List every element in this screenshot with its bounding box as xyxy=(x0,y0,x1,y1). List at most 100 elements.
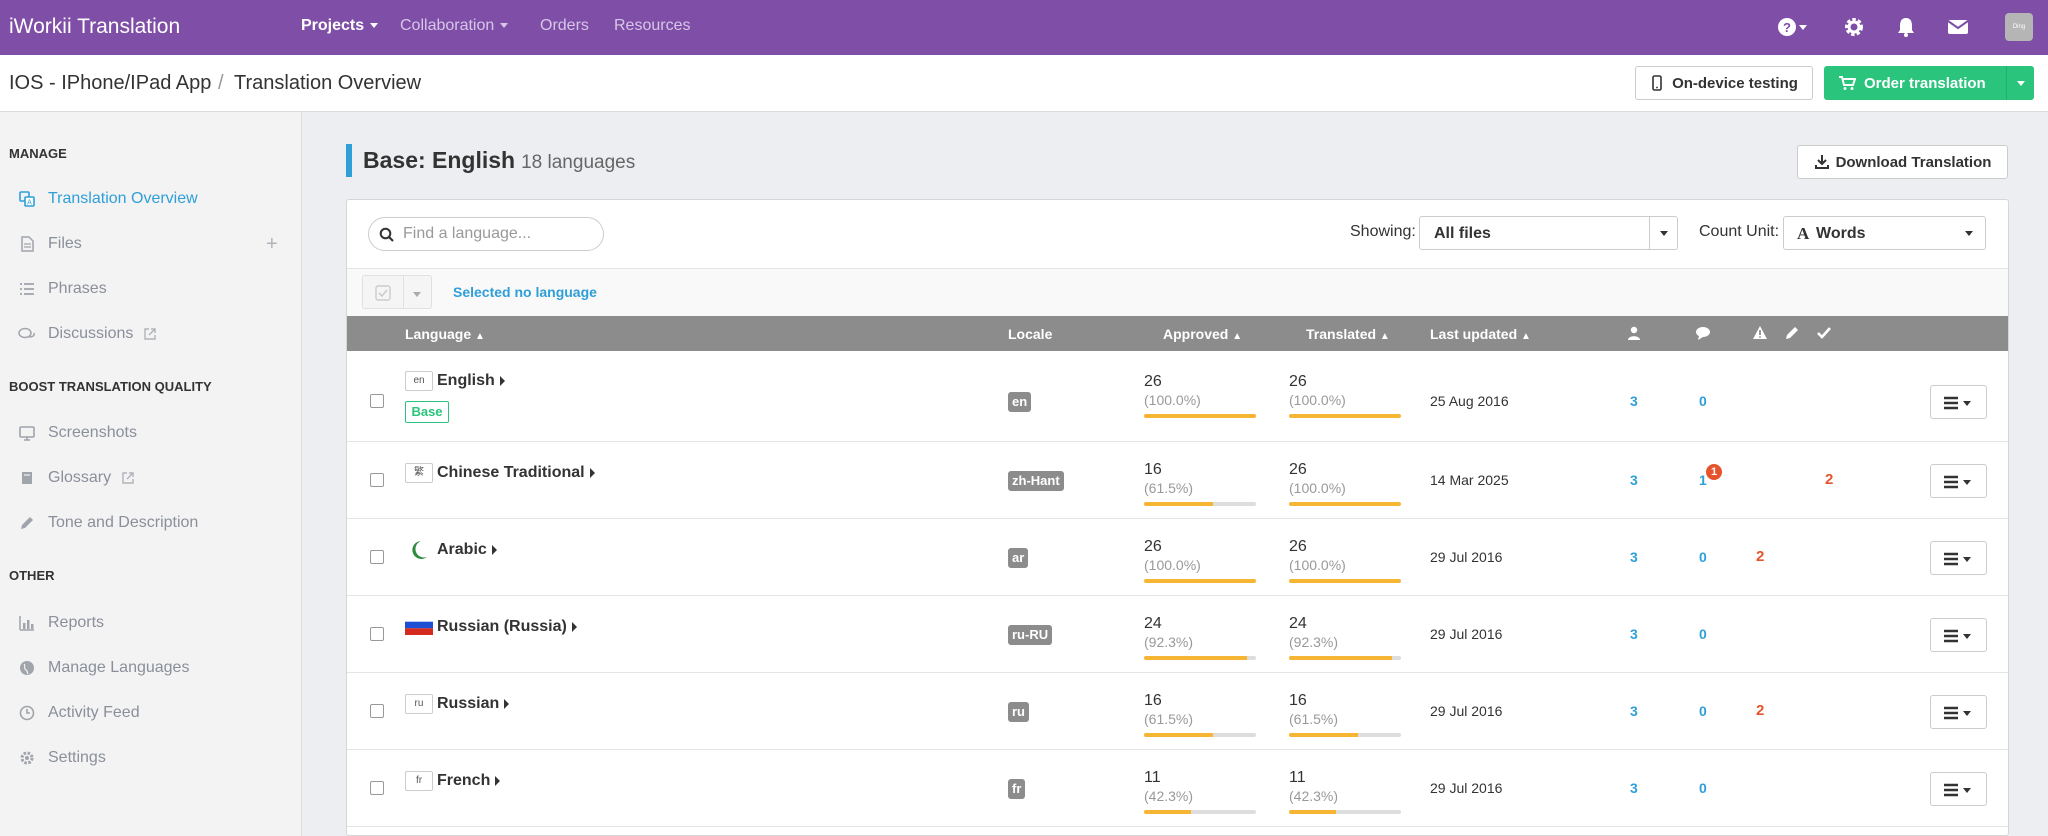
translated-percent: (42.3%) xyxy=(1289,788,1339,804)
row-checkbox[interactable] xyxy=(370,627,384,641)
row-actions-button[interactable] xyxy=(1930,385,1987,419)
help-icon[interactable]: ? xyxy=(1774,14,1810,40)
user-count[interactable]: 3 xyxy=(1630,393,1638,409)
row-checkbox[interactable] xyxy=(370,394,384,408)
row-actions-button[interactable] xyxy=(1930,618,1987,652)
translated-count: 26 xyxy=(1289,538,1307,555)
bell-icon[interactable] xyxy=(1893,14,1919,40)
approved-percent: (100.0%) xyxy=(1144,392,1201,408)
comment-count[interactable]: 0 xyxy=(1699,393,1707,409)
breadcrumb-project[interactable]: IOS - IPhone/IPad App xyxy=(9,72,211,95)
translated-progress xyxy=(1289,733,1401,737)
brand-name[interactable]: iWorkii Translation xyxy=(9,15,180,39)
last-updated: 29 Jul 2016 xyxy=(1430,626,1503,642)
language-search[interactable] xyxy=(368,217,604,251)
unread-badge: 1 xyxy=(1706,464,1722,480)
sidebar-item-tone-description[interactable]: Tone and Description xyxy=(0,508,300,538)
chevron-down-icon[interactable] xyxy=(413,286,421,304)
sort-approved[interactable]: Approved ▲︎ xyxy=(1163,326,1242,342)
comment-count[interactable]: 0 xyxy=(1699,626,1707,642)
user-count[interactable]: 3 xyxy=(1630,780,1638,796)
last-updated: 29 Jul 2016 xyxy=(1430,549,1503,565)
menu-icon xyxy=(1944,783,1971,797)
sort-last-updated[interactable]: Last updated ▲︎ xyxy=(1430,326,1531,342)
flag-icon xyxy=(405,538,433,567)
approved-progress xyxy=(1144,579,1256,583)
approved-percent: (92.3%) xyxy=(1144,634,1194,650)
order-translation-button[interactable]: Order translation xyxy=(1824,66,2034,100)
row-checkbox[interactable] xyxy=(370,473,384,487)
language-name[interactable]: French xyxy=(437,772,501,790)
language-name[interactable]: Arabic xyxy=(437,541,497,559)
gear-icon[interactable] xyxy=(1841,14,1867,40)
warning-count[interactable]: 2 xyxy=(1756,548,1764,565)
order-dropdown-toggle[interactable] xyxy=(2006,66,2034,100)
nav-projects[interactable]: Projects xyxy=(301,17,379,35)
table-row: en English Base en 26 (100.0%) 26 (100.0%) 25 Au… xyxy=(347,351,2008,442)
comment-count[interactable]: 0 xyxy=(1699,703,1707,719)
user-count[interactable]: 3 xyxy=(1630,626,1638,642)
row-actions-button[interactable] xyxy=(1930,541,1987,575)
sidebar-item-settings[interactable]: Settings xyxy=(0,743,300,773)
edit-count[interactable]: 2 xyxy=(1825,471,1833,488)
approved-progress xyxy=(1144,733,1256,737)
language-name[interactable]: Russian (Russia) xyxy=(437,618,577,636)
download-translation-button[interactable]: Download Translation xyxy=(1797,145,2008,179)
nav-collaboration[interactable]: Collaboration xyxy=(400,17,509,35)
language-name[interactable]: English xyxy=(437,372,505,390)
comment-count[interactable]: 0 xyxy=(1699,549,1707,565)
translated-count: 11 xyxy=(1289,769,1306,786)
comment-count[interactable]: 0 xyxy=(1699,780,1707,796)
showing-label: Showing: xyxy=(1350,223,1416,240)
on-device-testing-button[interactable]: On-device testing xyxy=(1635,66,1813,100)
add-file-icon[interactable]: + xyxy=(266,234,278,254)
sidebar-item-activity-feed[interactable]: Activity Feed xyxy=(0,698,300,728)
sidebar-item-reports[interactable]: Reports xyxy=(0,608,300,638)
menu-icon xyxy=(1944,552,1971,566)
user-count[interactable]: 3 xyxy=(1630,549,1638,565)
cart-icon xyxy=(1839,76,1856,90)
chart-icon xyxy=(19,616,34,631)
bulk-select-button[interactable] xyxy=(362,275,432,309)
language-name[interactable]: Chinese Traditional xyxy=(437,464,595,482)
search-input[interactable] xyxy=(403,225,593,243)
sidebar-item-translation-overview[interactable]: A Translation Overview xyxy=(0,184,300,214)
nav-orders[interactable]: Orders xyxy=(540,17,589,35)
count-unit-select[interactable]: A Words xyxy=(1783,216,1986,250)
row-actions-button[interactable] xyxy=(1930,464,1987,498)
sort-translated[interactable]: Translated ▲︎ xyxy=(1306,326,1390,342)
sidebar-item-screenshots[interactable]: Screenshots xyxy=(0,418,300,448)
sidebar-item-files[interactable]: Files + xyxy=(0,229,300,259)
language-name[interactable]: Russian xyxy=(437,695,510,713)
approved-percent: (61.5%) xyxy=(1144,711,1194,727)
file-filter-select[interactable]: All files xyxy=(1419,216,1678,250)
row-checkbox[interactable] xyxy=(370,550,384,564)
sort-language[interactable]: Language ▲︎ xyxy=(405,326,485,342)
approved-progress xyxy=(1144,502,1256,506)
envelope-icon[interactable] xyxy=(1945,14,1971,40)
comments-icon xyxy=(18,327,35,339)
row-checkbox[interactable] xyxy=(370,781,384,795)
nav-resources[interactable]: Resources xyxy=(614,17,690,35)
row-actions-button[interactable] xyxy=(1930,772,1987,806)
sidebar-item-phrases[interactable]: Phrases xyxy=(0,274,300,304)
avatar[interactable]: Ding xyxy=(2005,13,2033,41)
row-actions-button[interactable] xyxy=(1930,695,1987,729)
warning-count[interactable]: 2 xyxy=(1756,702,1764,719)
row-checkbox[interactable] xyxy=(370,704,384,718)
translated-count: 16 xyxy=(1289,692,1307,709)
sidebar-item-glossary[interactable]: Glossary xyxy=(0,463,300,493)
sidebar-heading-manage: MANAGE xyxy=(9,146,67,161)
user-count[interactable]: 3 xyxy=(1630,472,1638,488)
font-icon: A xyxy=(1797,224,1810,243)
table-row: 繁 Chinese Traditional zh-Hant 16 (61.5%) 26 (1… xyxy=(347,442,2008,519)
chevron-down-icon xyxy=(1965,225,1973,243)
sidebar-item-discussions[interactable]: Discussions xyxy=(0,319,300,349)
external-link-icon xyxy=(122,472,134,484)
user-count[interactable]: 3 xyxy=(1630,703,1638,719)
language-count: 18 languages xyxy=(521,152,636,173)
chevron-down-icon[interactable] xyxy=(1649,217,1677,249)
globe-icon xyxy=(20,661,34,675)
selection-status[interactable]: Selected no language xyxy=(453,284,597,300)
sidebar-item-manage-languages[interactable]: Manage Languages xyxy=(0,653,300,683)
